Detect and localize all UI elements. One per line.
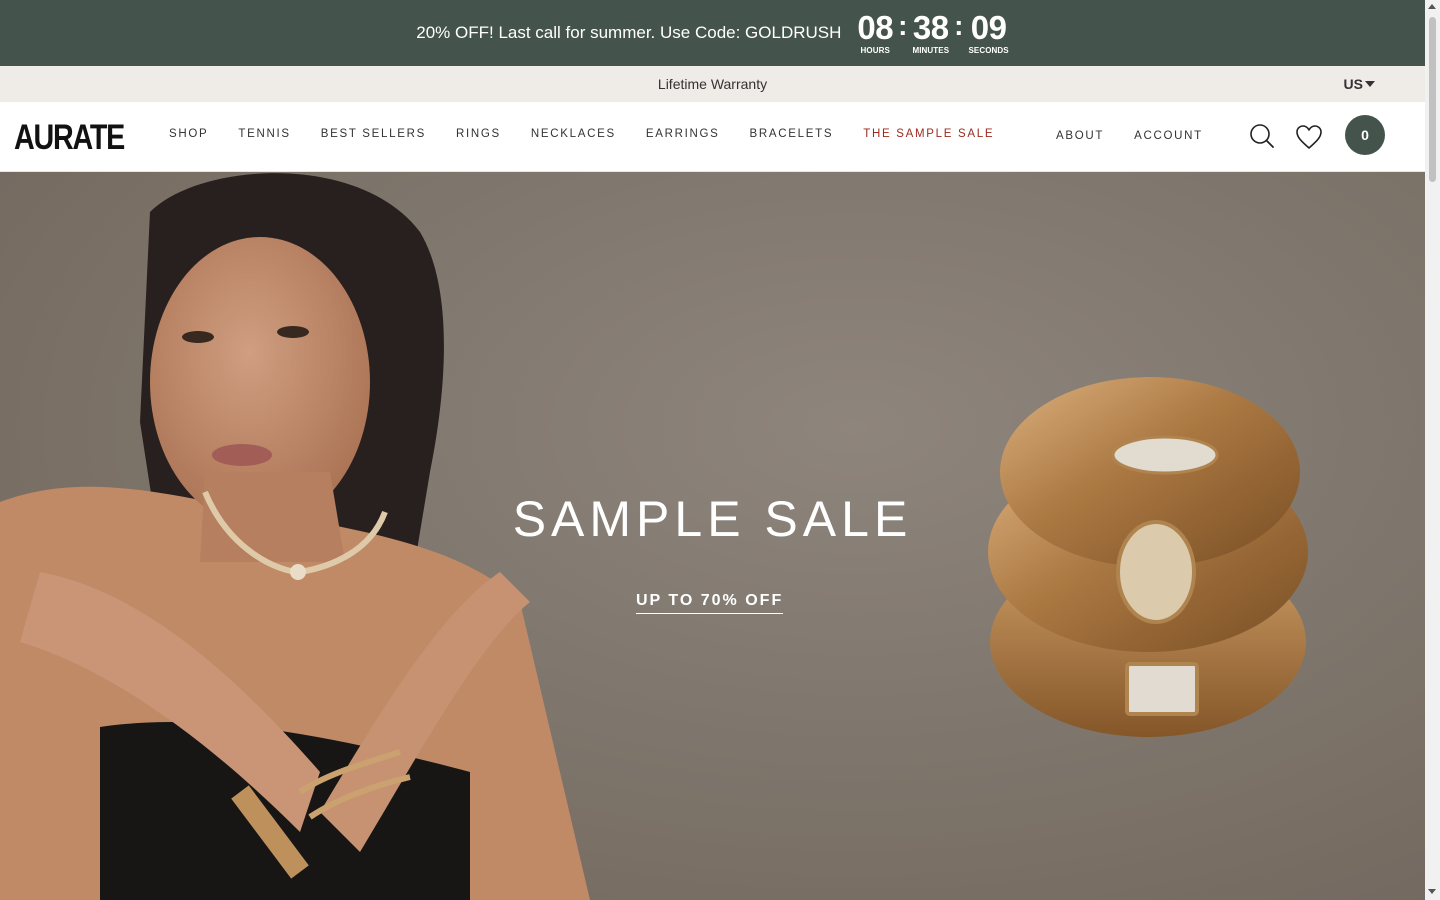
countdown-separator: :	[954, 9, 964, 41]
countdown-seconds-label: SECONDS	[968, 45, 1009, 55]
warranty-bar: Lifetime Warranty US	[0, 66, 1425, 102]
scroll-down-icon[interactable]	[1428, 889, 1436, 894]
nav-item-earrings[interactable]: EARRINGS	[646, 128, 720, 140]
hero-banner[interactable]: SAMPLE SALE UP TO 70% OFF	[0, 172, 1425, 900]
countdown-hours-label: HOURS	[860, 45, 890, 55]
nav-item-best-sellers[interactable]: BEST SELLERS	[321, 128, 426, 140]
search-icon[interactable]	[1249, 123, 1275, 154]
countdown-minutes: 38 MINUTES	[912, 8, 950, 56]
countdown-seconds-value: 09	[970, 8, 1007, 46]
site-header: AURATE SHOP TENNIS BEST SELLERS RINGS NE…	[0, 102, 1425, 172]
nav-item-about[interactable]: ABOUT	[1056, 130, 1104, 142]
cart-count: 0	[1361, 127, 1369, 143]
heart-icon[interactable]	[1295, 124, 1323, 155]
promo-text: 20% OFF! Last call for summer. Use Code:…	[416, 22, 842, 42]
cart-button[interactable]: 0	[1345, 115, 1385, 155]
scrollbar-thumb[interactable]	[1429, 17, 1436, 182]
page-scrollbar[interactable]	[1425, 0, 1440, 900]
nav-item-necklaces[interactable]: NECKLACES	[531, 128, 616, 140]
nav-item-shop[interactable]: SHOP	[169, 128, 208, 140]
countdown-minutes-value: 38	[912, 8, 949, 46]
warranty-text[interactable]: Lifetime Warranty	[658, 76, 767, 92]
locale-selector[interactable]: US	[1344, 76, 1375, 92]
countdown-timer: 08 HOURS : 38 MINUTES : 09 SECONDS	[857, 8, 1009, 56]
nav-item-bracelets[interactable]: BRACELETS	[750, 128, 834, 140]
countdown-hours: 08 HOURS	[857, 8, 894, 56]
hero-title: SAMPLE SALE	[512, 491, 913, 547]
main-nav: SHOP TENNIS BEST SELLERS RINGS NECKLACES…	[169, 128, 994, 140]
nav-item-tennis[interactable]: TENNIS	[238, 128, 290, 140]
nav-item-sample-sale[interactable]: THE SAMPLE SALE	[863, 128, 994, 140]
locale-label: US	[1343, 76, 1363, 92]
nav-item-rings[interactable]: RINGS	[456, 128, 501, 140]
brand-logo[interactable]: AURATE	[14, 118, 125, 158]
scroll-up-icon[interactable]	[1428, 4, 1436, 9]
countdown-minutes-label: MINUTES	[912, 45, 950, 55]
hero-cta-link[interactable]: UP TO 70% OFF	[636, 592, 784, 614]
countdown-hours-value: 08	[857, 8, 894, 46]
secondary-nav: ABOUT ACCOUNT	[1056, 130, 1233, 142]
promo-bar: 20% OFF! Last call for summer. Use Code:…	[0, 0, 1425, 66]
countdown-separator: :	[898, 9, 908, 41]
nav-item-account[interactable]: ACCOUNT	[1134, 130, 1203, 142]
countdown-seconds: 09 SECONDS	[968, 8, 1009, 56]
caret-down-icon	[1365, 81, 1375, 87]
